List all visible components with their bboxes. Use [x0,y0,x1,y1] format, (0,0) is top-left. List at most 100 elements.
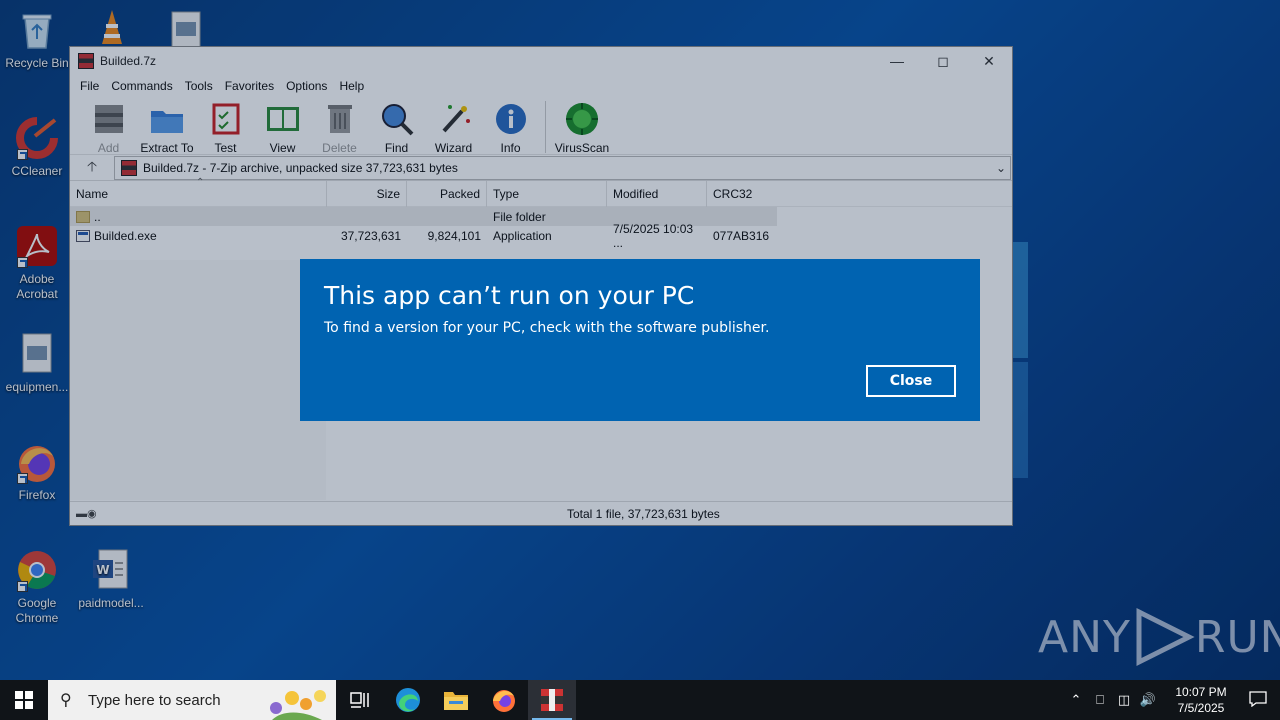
toolbar-label: Extract To [140,141,194,155]
taskbar-search-box[interactable]: ⚲ Type here to search [48,680,336,720]
desktop-icon-label: Firefox [18,488,56,502]
taskbar-edge[interactable] [384,680,432,720]
view-button[interactable]: View [254,101,311,155]
volume-icon[interactable]: 🔊 [1136,692,1160,708]
trash-icon [322,101,358,137]
start-button[interactable] [0,680,48,720]
task-view-button[interactable] [336,680,384,720]
desktop-icon-label: paidmodel... [78,596,144,610]
column-modified[interactable]: Modified [607,180,707,207]
chrome-icon [15,548,59,592]
magnifier-icon [379,101,415,137]
row-name: .. [94,209,101,224]
clock-date: 7/5/2025 [1177,701,1225,715]
dialog-message: To find a version for your PC, check wit… [324,320,770,336]
column-type[interactable]: Type [487,180,607,207]
address-field[interactable]: Builded.7z - 7-Zip archive, unpacked siz… [114,155,1011,180]
minimize-button[interactable]: — [874,47,920,75]
menu-file[interactable]: File [74,79,105,93]
column-crc32[interactable]: CRC32 [707,181,777,207]
view-book-icon [265,101,301,137]
menu-commands[interactable]: Commands [105,79,178,93]
row-modified: 7/5/2025 10:03 ... [613,221,694,250]
row-packed: 9,824,101 [427,228,481,243]
network-icon[interactable]: ◫ [1112,692,1136,708]
delete-button[interactable]: Delete [311,101,368,155]
wizard-button[interactable]: Wizard [425,101,482,155]
desktop-icon-ccleaner[interactable]: CCleaner [0,116,74,179]
toolbar-separator [545,101,546,153]
close-button[interactable]: Close [866,365,956,397]
desktop-icon-adobe-acrobat[interactable]: Adobe Acrobat [0,224,74,302]
flowers-decoration-icon [270,690,326,720]
system-tray: ⌃ ⎕ ◫ 🔊 10:07 PM 7/5/2025 [1064,680,1280,720]
row-type: Application [493,228,552,243]
taskbar-7zip[interactable] [528,680,576,720]
menu-favorites[interactable]: Favorites [219,79,280,93]
recycle-bin-icon [15,8,59,52]
vlc-cone-icon [90,6,134,50]
find-button[interactable]: Find [368,101,425,155]
file-explorer-icon [444,692,468,710]
address-bar: 🡡 Builded.7z - 7-Zip archive, unpacked s… [70,155,1012,181]
notification-center-button[interactable] [1236,690,1280,710]
list-header: ⌃ Name Size Packed Type Modified CRC32 [70,177,1012,207]
column-packed[interactable]: Packed [407,180,487,207]
desktop-icon-google-chrome[interactable]: Google Chrome [0,548,74,626]
test-button[interactable]: Test [197,101,254,155]
wallpaper-light-beam [1012,362,1028,478]
address-text: Builded.7z - 7-Zip archive, unpacked siz… [143,160,458,175]
watermark-text-left: ANY [1038,611,1131,663]
desktop-icon-label: CCleaner [11,164,63,178]
row-crc [707,207,777,226]
column-size[interactable]: Size [327,180,407,207]
app-cant-run-dialog: This app can’t run on your PC To find a … [300,259,980,421]
row-size [327,207,407,226]
toolbar-label: Add [97,141,120,155]
taskbar-clock[interactable]: 10:07 PM 7/5/2025 [1166,684,1236,716]
shortcut-arrow-icon [17,581,28,592]
info-button[interactable]: Info [482,101,539,155]
desktop-icon-word-document[interactable]: W paidmodel... [74,548,148,611]
desktop-icon-recycle-bin[interactable]: Recycle Bin [0,8,74,71]
menu-help[interactable]: Help [333,79,370,93]
desktop-icon-firefox[interactable]: Firefox [0,440,74,503]
wizard-wand-icon [436,101,472,137]
toolbar-label: Wizard [434,141,473,155]
close-window-button[interactable]: ✕ [966,47,1012,75]
menu-tools[interactable]: Tools [179,79,219,93]
menu-options[interactable]: Options [280,79,333,93]
chevron-down-icon[interactable]: ⌄ [992,161,1010,175]
image-file-icon [15,332,59,376]
desktop-icon-label: equipmen... [5,380,69,394]
toolbar-label: Find [384,141,409,155]
shortcut-arrow-icon [17,257,28,268]
desktop-icon-equipment-file[interactable]: equipmen... [0,332,74,395]
play-triangle-icon [1136,607,1195,667]
row-packed [407,207,487,226]
add-button[interactable]: Add [80,101,137,155]
sevenzip-app-icon [541,689,563,711]
row-size: 37,723,631 [340,228,401,243]
up-folder-button[interactable]: 🡡 [70,156,114,180]
desktop-icon-label: Recycle Bin [5,56,69,70]
drive-icon: ▬◉ [76,508,97,520]
virus-scan-icon [564,101,600,137]
taskbar-firefox[interactable] [480,680,528,720]
application-file-icon [76,229,90,242]
test-checklist-icon [208,101,244,137]
taskbar-file-explorer[interactable] [432,680,480,720]
meet-now-icon[interactable]: ⎕ [1088,692,1112,708]
maximize-button[interactable]: ◻ [920,47,966,75]
virusscan-button[interactable]: VirusScan [552,101,612,155]
window-titlebar[interactable]: Builded.7z — ◻ ✕ [70,47,1012,75]
toolbar-label: Test [214,141,237,155]
task-view-icon [350,692,369,708]
show-hidden-icons-button[interactable]: ⌃ [1064,692,1088,708]
toolbar: Add Extract To Test View Delete Find Wiz… [70,97,1012,155]
extract-to-button[interactable]: Extract To [137,101,197,155]
add-archive-icon [91,101,127,137]
archive-icon [121,159,137,176]
table-row[interactable]: Builded.exe 37,723,631 9,824,101 Applica… [70,221,1012,250]
folder-extract-icon [149,101,185,137]
